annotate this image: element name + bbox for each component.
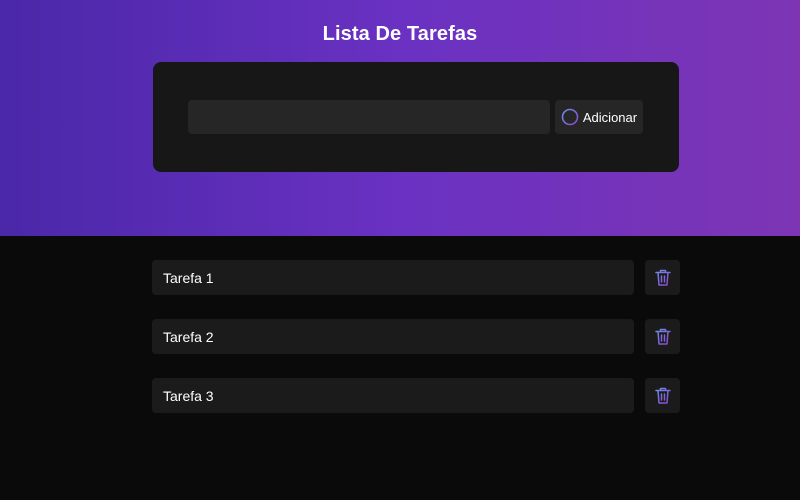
todo-page: Lista De Tarefas Adicionar Tarefa 1 Tare… [0,0,800,500]
task-item[interactable]: Tarefa 3 [152,378,634,413]
add-task-label: Adicionar [582,109,638,125]
task-entry-form: Adicionar [153,62,679,172]
add-task-button[interactable]: Adicionar [555,100,643,134]
task-label: Tarefa 2 [163,328,214,345]
delete-task-button[interactable] [645,378,680,413]
task-label: Tarefa 3 [163,387,214,404]
delete-task-button[interactable] [645,319,680,354]
trash-icon [654,268,672,287]
task-item[interactable]: Tarefa 1 [152,260,634,295]
trash-icon [654,386,672,405]
delete-task-button[interactable] [645,260,680,295]
task-row: Tarefa 2 [152,319,680,354]
task-item[interactable]: Tarefa 2 [152,319,634,354]
task-list: Tarefa 1 Tarefa 2 Tarefa 3 [152,260,680,437]
trash-icon [654,327,672,346]
task-input[interactable] [188,100,550,134]
task-row: Tarefa 3 [152,378,680,413]
page-title: Lista De Tarefas [322,23,478,45]
task-label: Tarefa 1 [163,269,214,286]
hero-header: Lista De Tarefas Adicionar [0,0,800,236]
plus-circle-icon [561,108,579,126]
task-row: Tarefa 1 [152,260,680,295]
